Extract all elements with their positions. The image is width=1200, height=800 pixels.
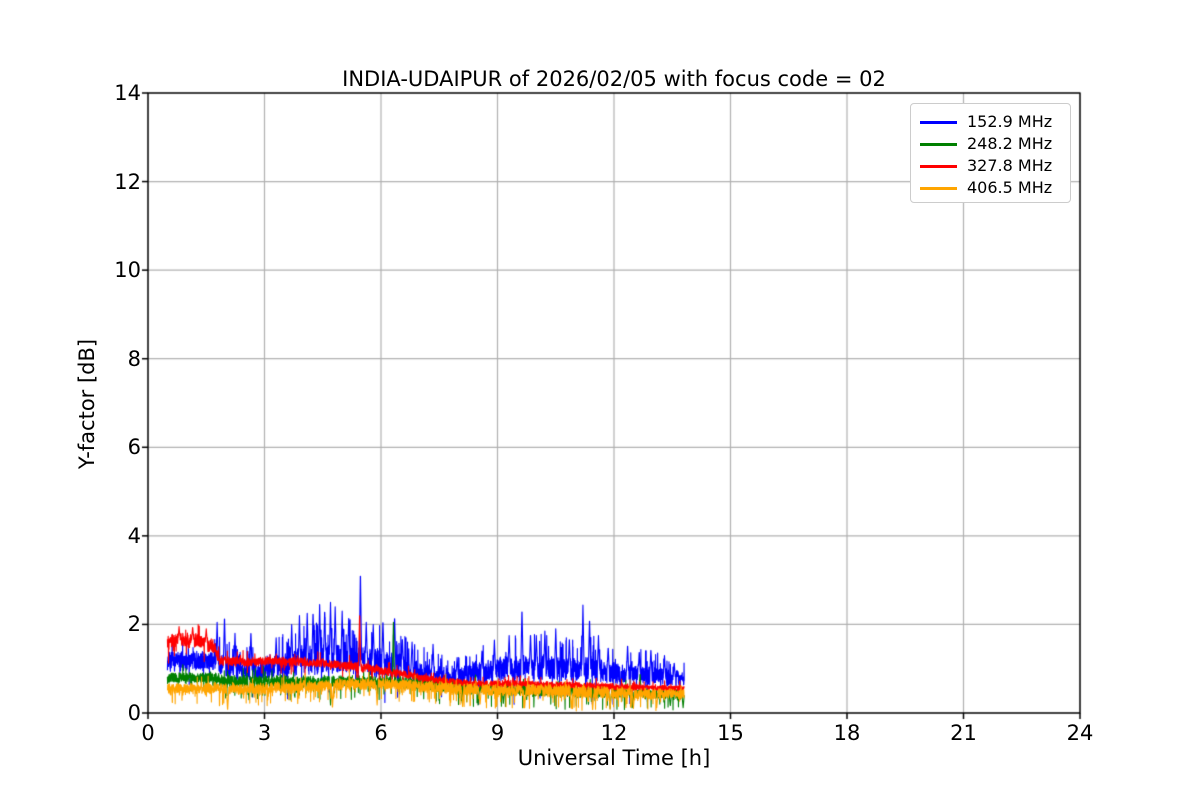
y-tick-label: 8 <box>127 346 141 371</box>
x-axis-label: Universal Time [h] <box>517 746 711 770</box>
legend-item: 327.8 MHz <box>911 155 1070 177</box>
legend-item: 248.2 MHz <box>911 133 1070 155</box>
x-tick-label: 0 <box>141 721 155 745</box>
legend-label: 248.2 MHz <box>967 134 1053 153</box>
x-tick-label: 21 <box>950 721 977 745</box>
legend-label: 327.8 MHz <box>967 156 1053 175</box>
y-axis-label: Y-factor [dB] <box>75 338 99 470</box>
y-tick-label: 14 <box>114 81 141 105</box>
x-tick-label: 18 <box>833 721 861 745</box>
y-tick-label: 10 <box>114 258 141 283</box>
figure: INDIA-UDAIPUR of 2026/02/05 with focus c… <box>0 0 1200 800</box>
x-tick-label: 15 <box>717 721 744 745</box>
x-tick-label: 9 <box>490 721 505 745</box>
legend-line-swatch <box>920 120 957 124</box>
x-tick-label: 3 <box>257 721 272 745</box>
legend-line-swatch <box>920 186 957 190</box>
legend-item: 152.9 MHz <box>911 111 1070 133</box>
legend-line-swatch <box>920 142 957 146</box>
legend-item: 406.5 MHz <box>911 177 1070 199</box>
x-tick-label: 24 <box>1066 721 1094 745</box>
legend-line-swatch <box>920 164 957 168</box>
x-tick-label: 6 <box>374 721 388 745</box>
y-tick-label: 2 <box>127 612 141 637</box>
x-tick-label: 12 <box>600 721 628 745</box>
legend-label: 406.5 MHz <box>967 178 1053 197</box>
legend-label: 152.9 MHz <box>967 112 1053 131</box>
y-tick-label: 0 <box>127 701 141 725</box>
y-tick-label: 4 <box>127 523 141 548</box>
legend: 152.9 MHz 248.2 MHz 327.8 MHz 406.5 MHz <box>910 103 1071 203</box>
y-tick-label: 6 <box>127 435 141 460</box>
chart-title: INDIA-UDAIPUR of 2026/02/05 with focus c… <box>342 67 886 91</box>
y-tick-label: 12 <box>114 169 141 194</box>
